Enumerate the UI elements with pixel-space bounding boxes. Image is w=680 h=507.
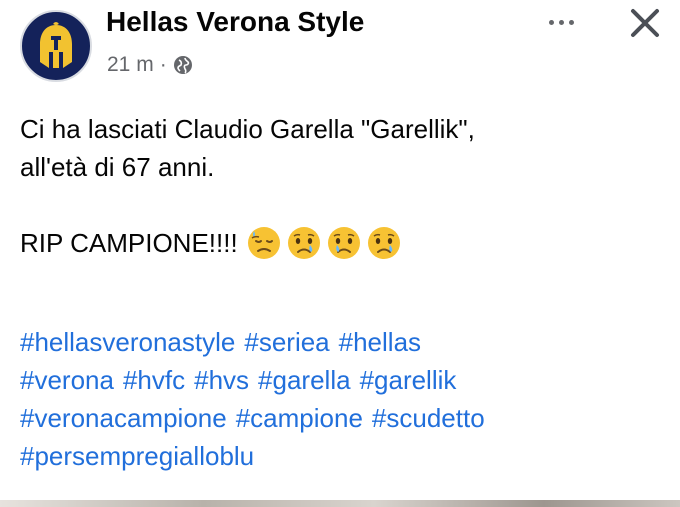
more-options-button[interactable] — [535, 10, 587, 34]
more-options-icon-dot — [568, 19, 574, 25]
post-body-line: all'età di 67 anni. — [20, 152, 215, 182]
post-timestamp[interactable]: 21 m — [107, 53, 154, 77]
post-body-line: Ci ha lasciati Claudio Garella "Garellik… — [20, 114, 475, 144]
rip-line: RIP CAMPIONE!!!! — [20, 224, 670, 262]
page-avatar[interactable] — [20, 10, 92, 82]
hashtag-row: #verona #hvfc #hvs #garella #garellik — [20, 361, 670, 399]
hashtag-link[interactable]: #garella — [258, 365, 351, 395]
page-name-link[interactable]: Hellas Verona Style — [106, 6, 364, 38]
more-options-icon-dot — [548, 19, 554, 25]
close-icon[interactable] — [625, 3, 665, 43]
hashtag-block: #hellasveronastyle #seriea #hellas #verona… — [20, 323, 670, 475]
downcast-face-with-sweat-emoji-icon — [247, 227, 280, 259]
crying-face-emoji-icon — [327, 227, 360, 259]
post-body: Ci ha lasciati Claudio Garella "Garellik… — [20, 110, 670, 262]
hashtag-link[interactable]: #hellas — [339, 327, 421, 357]
hashtag-link[interactable]: #hvs — [194, 365, 249, 395]
hashtag-row: #persempregialloblu — [20, 437, 670, 475]
crying-face-emoji-icon — [367, 227, 400, 259]
globe-icon[interactable] — [173, 55, 193, 75]
hashtag-link[interactable]: #persempregialloblu — [20, 441, 254, 471]
hashtag-link[interactable]: #verona — [20, 365, 114, 395]
post-header: Hellas Verona Style 21 m · — [0, 0, 680, 90]
post-meta: 21 m · — [107, 53, 193, 77]
hashtag-link[interactable]: #scudetto — [372, 403, 485, 433]
hashtag-row: #hellasveronastyle #seriea #hellas — [20, 323, 670, 361]
hashtag-link[interactable]: #campione — [236, 403, 363, 433]
hashtag-link[interactable]: #hellasveronastyle — [20, 327, 235, 357]
meta-separator: · — [159, 53, 167, 76]
rip-text: RIP CAMPIONE!!!! — [20, 228, 238, 258]
hashtag-link[interactable]: #seriea — [244, 327, 329, 357]
hashtag-link[interactable]: #veronacampione — [20, 403, 227, 433]
spartan-helmet-logo-icon — [40, 22, 72, 68]
media-preview-edge — [0, 500, 680, 507]
crying-face-emoji-icon — [287, 227, 320, 259]
hashtag-link[interactable]: #garellik — [360, 365, 457, 395]
hashtag-link[interactable]: #hvfc — [123, 365, 185, 395]
post-spacer — [20, 186, 670, 224]
hashtag-row: #veronacampione #campione #scudetto — [20, 399, 670, 437]
more-options-icon-dot — [558, 19, 564, 25]
